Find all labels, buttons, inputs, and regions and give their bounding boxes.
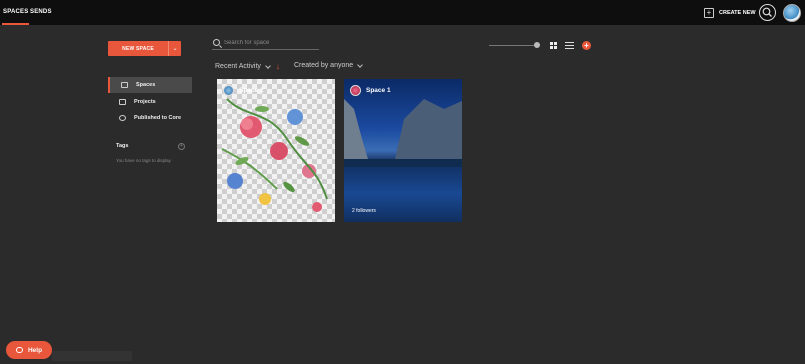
slider-handle[interactable] xyxy=(534,42,540,48)
thumbnail-size-slider[interactable] xyxy=(489,42,540,48)
global-search-button[interactable] xyxy=(759,4,776,21)
create-new-button[interactable]: + CREATE NEW xyxy=(704,6,756,19)
sidebar-item-published[interactable]: Published to Core xyxy=(108,110,192,126)
list-view-icon[interactable] xyxy=(565,42,574,49)
help-label: Help xyxy=(27,346,43,354)
new-space-dropdown[interactable]: ⌄ xyxy=(168,41,181,56)
new-space-label: NEW SPACE xyxy=(122,45,154,52)
owner-filter-label: Created by anyone xyxy=(294,62,354,69)
followers-count: 2 followers xyxy=(352,208,376,214)
search-icon xyxy=(213,39,220,46)
grid-view-icon[interactable] xyxy=(550,42,557,49)
chat-icon xyxy=(15,347,23,353)
chevron-down-icon xyxy=(265,62,271,69)
tags-empty-message: You have no tags to display xyxy=(116,158,171,163)
top-bar: SPACES SENDS + CREATE NEW xyxy=(0,0,805,25)
sort-label: Recent Activity xyxy=(215,63,261,70)
plus-icon: + xyxy=(704,7,714,18)
add-tag-button[interactable]: + xyxy=(178,143,185,150)
sidebar-item-label: Projects xyxy=(134,99,156,105)
sidebar-item-projects[interactable]: Projects xyxy=(108,94,192,110)
bottom-strip xyxy=(52,351,132,361)
floral-thumbnail xyxy=(221,98,328,212)
landscape-thumbnail xyxy=(344,99,462,222)
space-search xyxy=(212,36,319,50)
sort-dropdown[interactable]: Recent Activity ↓ xyxy=(215,62,280,71)
sidebar-item-spaces[interactable]: Spaces xyxy=(108,77,192,93)
owner-filter-dropdown[interactable]: Created by anyone xyxy=(294,61,363,69)
space-title: Space 2 xyxy=(239,87,264,94)
space-avatar xyxy=(223,85,234,96)
sort-direction-icon[interactable]: ↓ xyxy=(276,62,280,71)
sidebar-item-label: Spaces xyxy=(136,82,156,88)
tab-spaces[interactable]: SPACES xyxy=(1,9,30,25)
help-button[interactable]: Help xyxy=(6,341,52,359)
space-avatar xyxy=(350,85,361,96)
space-title: Space 1 xyxy=(366,87,391,94)
chevron-down-icon: ⌄ xyxy=(172,46,178,52)
space-search-input[interactable] xyxy=(224,39,316,46)
user-avatar[interactable] xyxy=(783,4,801,22)
create-new-label: CREATE NEW xyxy=(719,9,756,16)
chevron-down-icon xyxy=(357,61,363,68)
space-card[interactable]: Space 1 2 followers xyxy=(344,79,462,222)
core-icon xyxy=(119,115,126,121)
space-card[interactable]: Space 2 xyxy=(217,79,335,222)
search-icon xyxy=(762,7,772,17)
spaces-icon xyxy=(121,82,128,88)
add-icon[interactable]: + xyxy=(582,41,591,50)
tags-heading: Tags xyxy=(116,143,129,149)
projects-icon xyxy=(119,99,126,105)
new-space-button[interactable]: NEW SPACE ⌄ xyxy=(108,41,181,56)
sidebar-item-label: Published to Core xyxy=(134,115,182,121)
tab-sends[interactable]: SENDS xyxy=(30,9,52,15)
